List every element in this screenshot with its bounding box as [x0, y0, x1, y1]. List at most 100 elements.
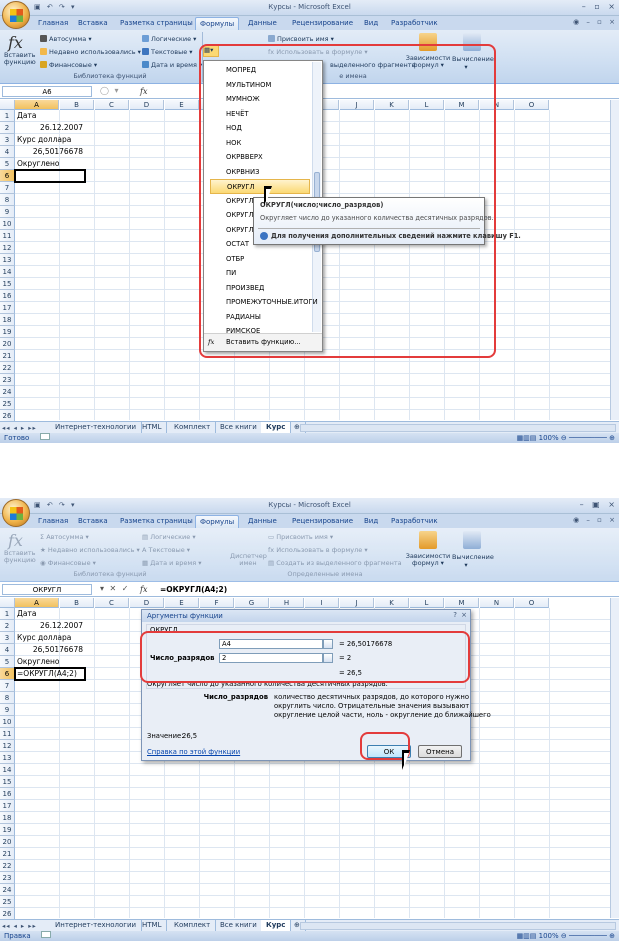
tab-insert[interactable]: Вставка [74, 515, 112, 528]
table-row[interactable] [15, 800, 619, 812]
row-header-1[interactable]: 1 [0, 608, 15, 620]
row-header-11[interactable]: 11 [0, 728, 15, 740]
cell-a2[interactable]: 26.12.2007 [15, 620, 83, 631]
row-header-13[interactable]: 13 [0, 254, 15, 266]
text-button[interactable]: Текстовые ▾ [142, 48, 193, 56]
select-all-corner[interactable] [0, 100, 15, 110]
row-header-21[interactable]: 21 [0, 350, 15, 362]
vertical-scrollbar[interactable] [610, 100, 619, 420]
row-header-2[interactable]: 2 [0, 122, 15, 134]
row-header-19[interactable]: 19 [0, 326, 15, 338]
dialog-controls[interactable]: ? × [453, 611, 467, 619]
insert-function-button[interactable]: Вставить функцию [4, 550, 36, 564]
tab-data[interactable]: Данные [244, 17, 281, 30]
autosum-button[interactable]: Σ Автосумма ▾ [40, 533, 89, 541]
row-header-21[interactable]: 21 [0, 848, 15, 860]
row-header-20[interactable]: 20 [0, 836, 15, 848]
row-header-14[interactable]: 14 [0, 266, 15, 278]
cell-a3[interactable]: Курс доллара [17, 134, 71, 145]
column-header-g[interactable]: G [235, 598, 269, 608]
row-header-18[interactable]: 18 [0, 812, 15, 824]
column-header-d[interactable]: D [130, 100, 164, 110]
table-row[interactable] [15, 848, 619, 860]
fx-icon[interactable]: fx [140, 585, 147, 594]
row-header-9[interactable]: 9 [0, 704, 15, 716]
sheet-nav-buttons[interactable]: ◂◂ ◂ ▸ ▸▸ [2, 922, 37, 930]
row-header-23[interactable]: 23 [0, 872, 15, 884]
row-header-25[interactable]: 25 [0, 896, 15, 908]
row-header-7[interactable]: 7 [0, 182, 15, 194]
calculation-button[interactable]: Вычисление ▾ [452, 553, 494, 569]
row-header-15[interactable]: 15 [0, 776, 15, 788]
recent-button[interactable]: ★ Недавно использовались ▾ [40, 546, 140, 554]
sheet-tab[interactable]: HTML [137, 920, 168, 931]
sheet-tab[interactable]: Все книги [215, 920, 263, 931]
logical-button[interactable]: Логические ▾ [142, 35, 196, 43]
row-header-4[interactable]: 4 [0, 644, 15, 656]
tab-view[interactable]: Вид [360, 17, 382, 30]
cancel-button[interactable]: Отмена [418, 745, 462, 758]
column-header-e[interactable]: E [165, 598, 199, 608]
column-header-d[interactable]: D [130, 598, 164, 608]
row-header-22[interactable]: 22 [0, 362, 15, 374]
sheet-tab[interactable]: HTML [137, 422, 168, 433]
column-header-n[interactable]: N [480, 598, 514, 608]
use-in-formula-button[interactable]: fx Использовать в формуле ▾ [268, 546, 368, 554]
sheet-tab-active[interactable]: Курс [261, 422, 292, 433]
datetime-button[interactable]: Дата и время ▾ [142, 61, 202, 69]
row-header-12[interactable]: 12 [0, 242, 15, 254]
row-header-10[interactable]: 10 [0, 218, 15, 230]
text-button[interactable]: A Текстовые ▾ [142, 546, 190, 554]
row-header-10[interactable]: 10 [0, 716, 15, 728]
row-header-3[interactable]: 3 [0, 134, 15, 146]
column-header-e[interactable]: E [165, 100, 199, 110]
row-header-23[interactable]: 23 [0, 374, 15, 386]
tab-data[interactable]: Данные [244, 515, 281, 528]
recent-button[interactable]: Недавно использовались ▾ [40, 48, 141, 56]
dependencies-button[interactable]: Зависимости формул ▾ [405, 553, 451, 567]
row-header-14[interactable]: 14 [0, 764, 15, 776]
assign-name-button[interactable]: Присвоить имя ▾ [268, 35, 334, 43]
horizontal-scrollbar[interactable] [300, 922, 616, 930]
row-header-24[interactable]: 24 [0, 884, 15, 896]
tab-formulas[interactable]: Формулы [195, 515, 240, 528]
zoom-control[interactable]: ▦▥▤ 100% ⊖ ───────── ⊕ [517, 931, 615, 941]
tab-insert[interactable]: Вставка [74, 17, 112, 30]
column-header-a[interactable]: A [15, 100, 59, 110]
row-header-12[interactable]: 12 [0, 740, 15, 752]
column-header-k[interactable]: K [375, 598, 409, 608]
window-controls[interactable]: – ▫ × [582, 2, 615, 11]
logical-button[interactable]: ▤ Логические ▾ [142, 533, 196, 541]
office-button[interactable] [2, 1, 30, 29]
financial-button[interactable]: ◉ Финансовые ▾ [40, 559, 96, 567]
office-button[interactable] [2, 499, 30, 527]
table-row[interactable] [15, 812, 619, 824]
name-box[interactable]: A6 [2, 86, 92, 97]
column-header-b[interactable]: B [60, 100, 94, 110]
row-header-4[interactable]: 4 [0, 146, 15, 158]
autosum-button[interactable]: Автосумма ▾ [40, 35, 92, 43]
tab-review[interactable]: Рецензирование [288, 17, 357, 30]
formula-buttons[interactable]: ◯ ▾ [100, 86, 119, 95]
row-header-7[interactable]: 7 [0, 680, 15, 692]
formula-input[interactable]: =ОКРУГЛ(A4;2) [160, 585, 227, 594]
tab-page-layout[interactable]: Разметка страницы [116, 515, 197, 528]
tab-developer[interactable]: Разработчик [387, 515, 442, 528]
selected-cell[interactable] [14, 169, 86, 183]
fx-icon[interactable]: fx [140, 87, 147, 96]
create-from-selection-button[interactable]: ▤ Создать из выделенного фрагмента [268, 559, 402, 567]
cell-a1[interactable]: Дата [17, 110, 36, 121]
datetime-button[interactable]: ▦ Дата и время ▾ [142, 559, 202, 567]
column-header-m[interactable]: M [445, 598, 479, 608]
table-row[interactable] [15, 398, 619, 410]
column-header-j[interactable]: J [340, 598, 374, 608]
row-header-24[interactable]: 24 [0, 386, 15, 398]
cell-a5[interactable]: Округлено [17, 158, 59, 169]
row-header-5[interactable]: 5 [0, 158, 15, 170]
row-header-17[interactable]: 17 [0, 302, 15, 314]
row-header-17[interactable]: 17 [0, 800, 15, 812]
row-header-8[interactable]: 8 [0, 194, 15, 206]
macro-record-icon[interactable] [40, 931, 51, 938]
tab-formulas[interactable]: Формулы [195, 17, 240, 30]
column-header-h[interactable]: H [270, 598, 304, 608]
